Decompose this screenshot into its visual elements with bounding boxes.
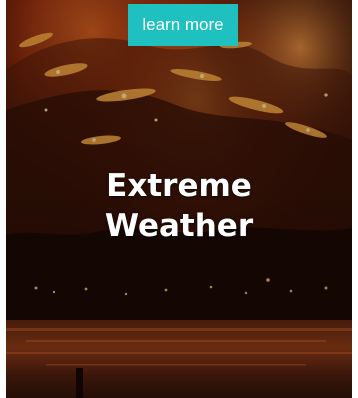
learn-more-button[interactable]: learn more bbox=[128, 4, 238, 46]
card-headline: Extreme Weather bbox=[6, 166, 352, 246]
extreme-weather-card[interactable]: learn more Extreme Weather bbox=[6, 0, 352, 398]
headline-line-2: Weather bbox=[104, 208, 254, 244]
headline-line-1: Extreme bbox=[106, 168, 252, 204]
